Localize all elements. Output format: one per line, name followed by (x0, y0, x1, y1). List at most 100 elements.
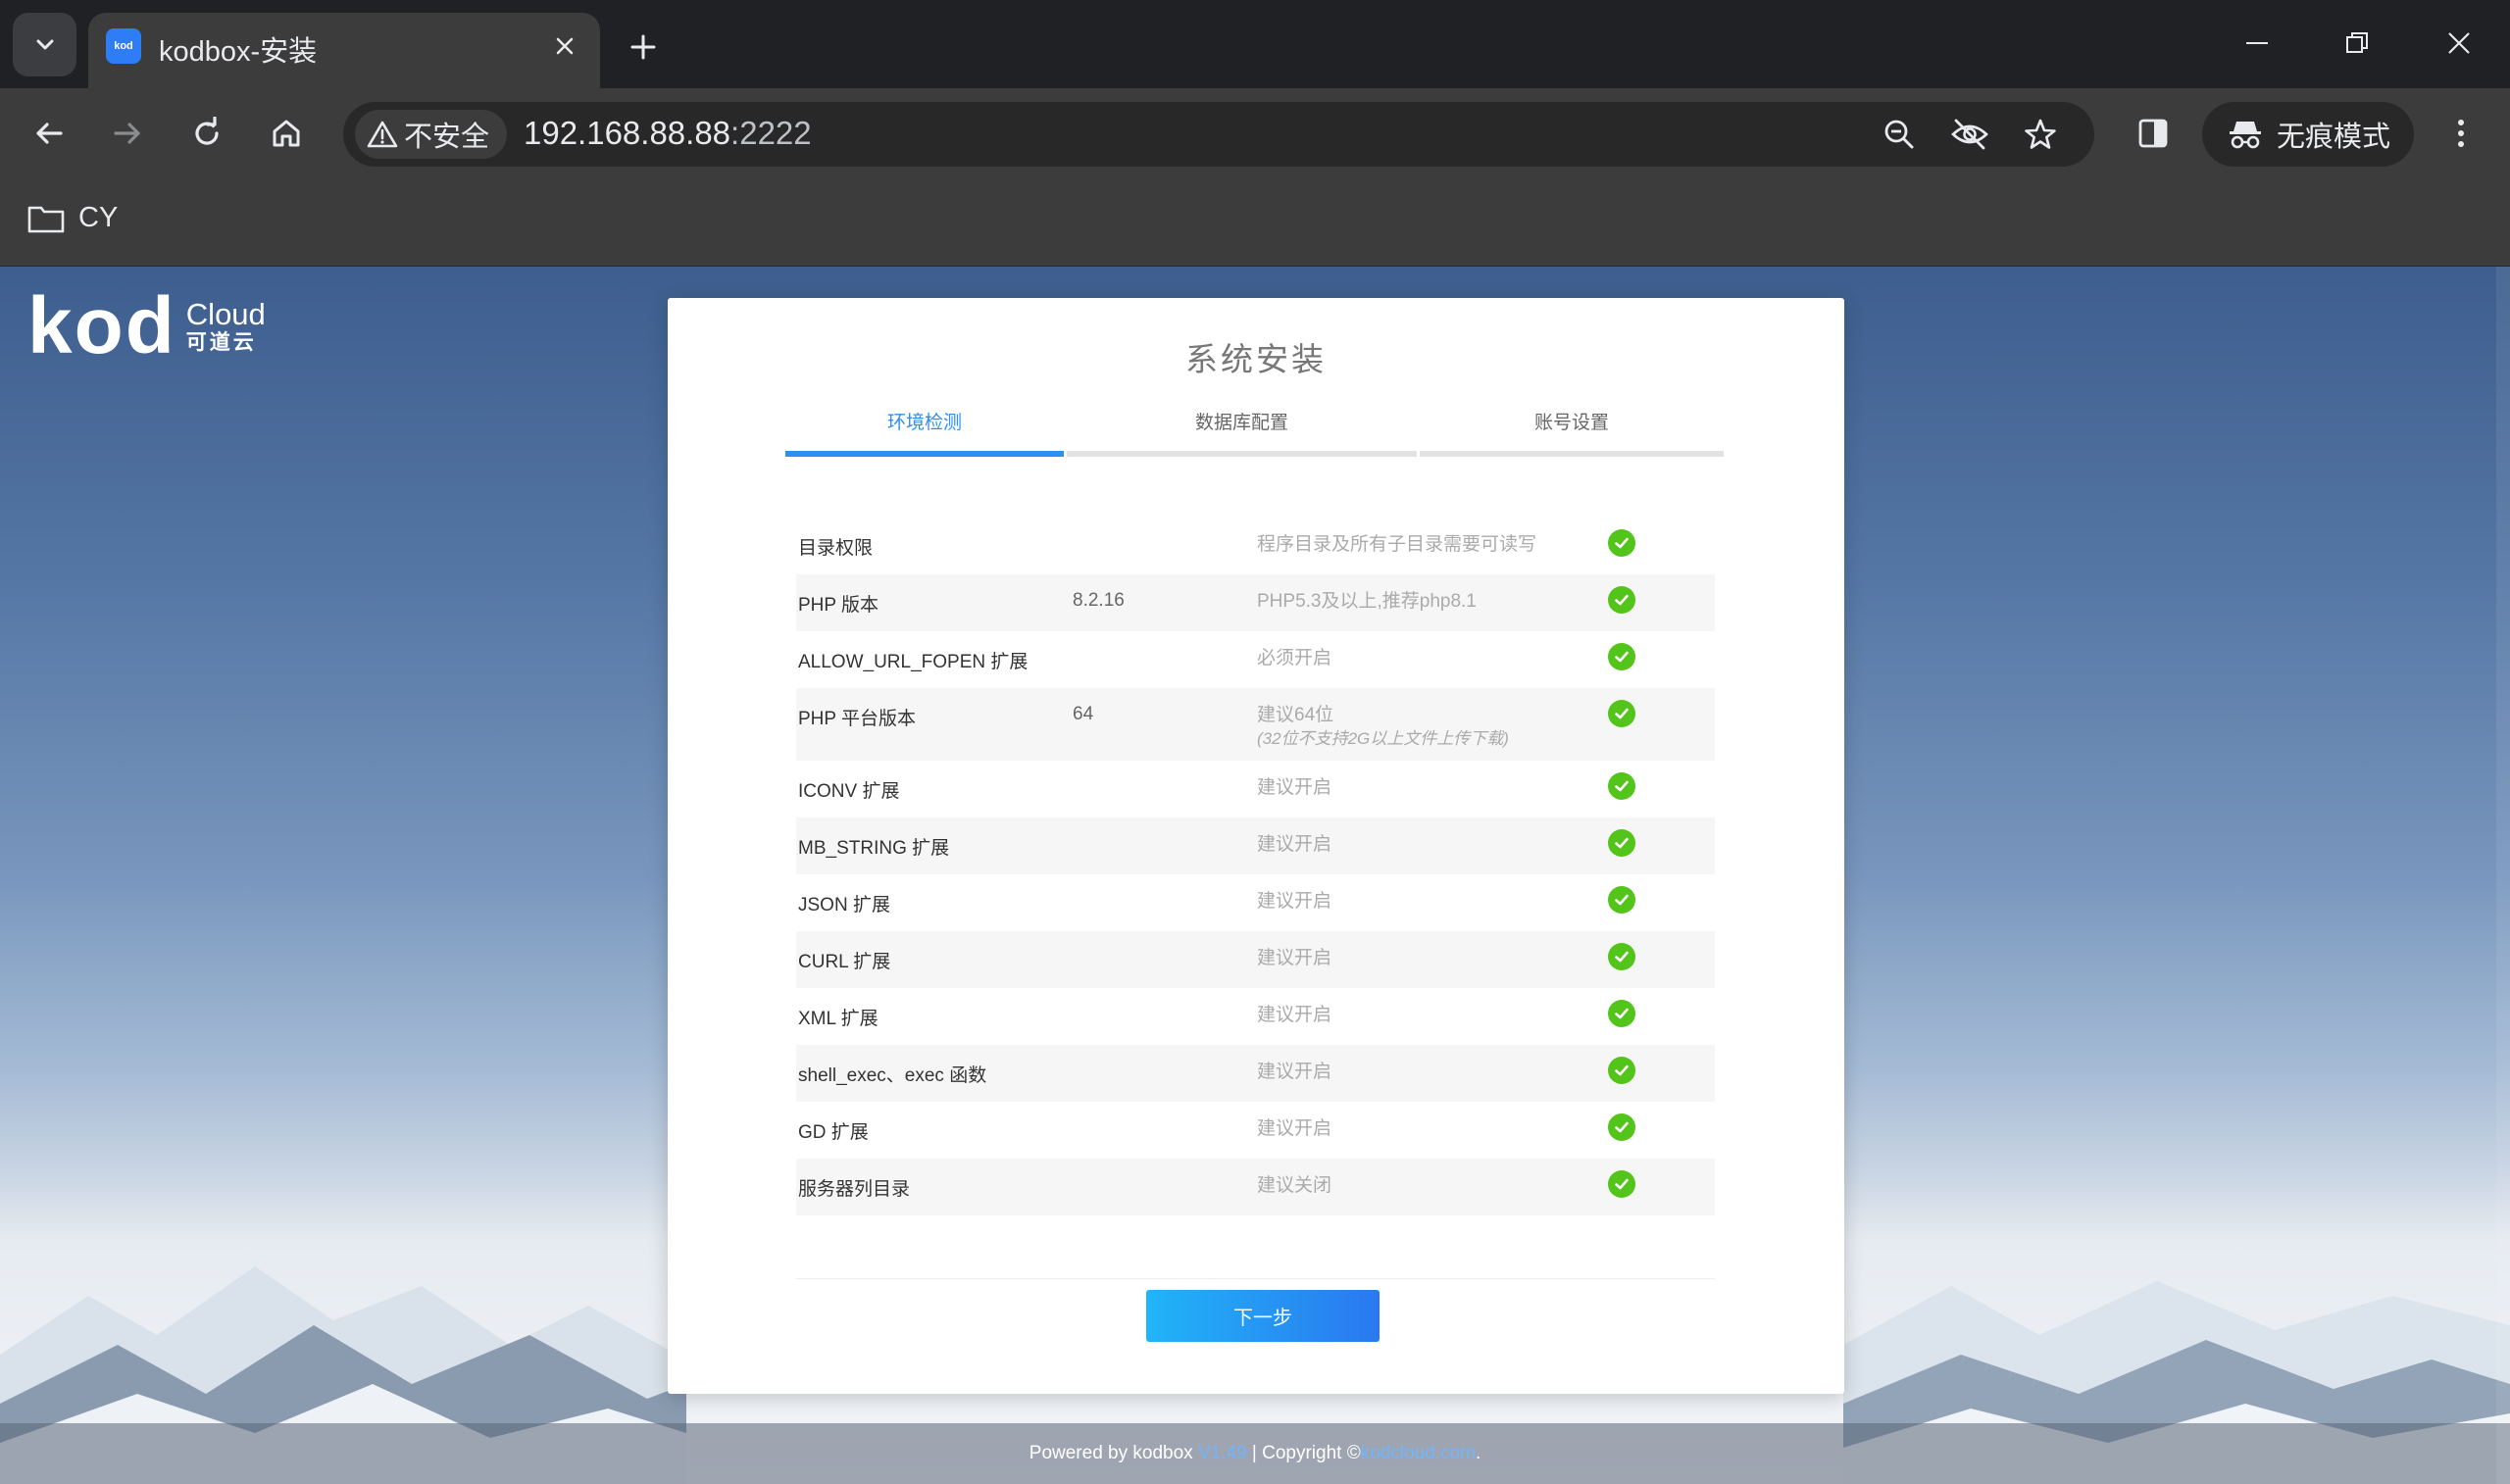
minimize-icon (2246, 42, 2268, 44)
address-bar[interactable]: 不安全 192.168.88.88:2222 (343, 102, 2094, 167)
bookmark-folder-label: CY (78, 202, 119, 233)
table-row: 服务器列目录 建议关闭 (796, 1159, 1715, 1215)
check-ok-icon (1608, 529, 1635, 557)
check-ok-icon (1608, 1057, 1635, 1084)
new-tab-button[interactable] (618, 22, 669, 73)
page-footer: Powered by kodbox V1.49 | Copyright ©kod… (0, 1423, 2510, 1484)
security-label: 不安全 (404, 122, 490, 153)
step-label: 账号设置 (1533, 413, 1609, 433)
incognito-indicator[interactable]: 无痕模式 (2202, 102, 2414, 167)
check-ok-icon (1608, 700, 1635, 727)
check-name: 服务器列目录 (798, 1179, 911, 1200)
check-name: ALLOW_URL_FOPEN 扩展 (798, 652, 1029, 672)
check-ok-icon (1608, 829, 1635, 857)
check-desc: 必须开启 (1257, 648, 1332, 668)
table-row: JSON 扩展 建议开启 (796, 874, 1715, 931)
star-icon (2025, 119, 2056, 149)
url-port: :2222 (730, 115, 812, 151)
restore-icon (2346, 32, 2368, 53)
check-desc: PHP5.3及以上,推荐php8.1 (1257, 591, 1477, 612)
home-icon (273, 120, 300, 147)
bookmark-star-button[interactable] (2018, 112, 2063, 157)
step-env-check[interactable]: 环境检测 (785, 396, 1064, 457)
close-window-button[interactable] (2430, 18, 2488, 69)
home-button[interactable] (261, 108, 312, 159)
back-button[interactable] (24, 108, 75, 159)
install-panel: 系统安装 环境检测 数据库配置 账号设置 目录权限 程序目录及所有子目录需要可读… (668, 298, 1844, 1394)
check-name: JSON 扩展 (798, 895, 890, 915)
step-account-setup[interactable]: 账号设置 (1420, 396, 1724, 457)
step-label: 环境检测 (886, 413, 962, 433)
incognito-label: 无痕模式 (2277, 122, 2391, 153)
url-host: 192.168.88.88 (524, 115, 731, 151)
tracking-protection-button[interactable] (1947, 112, 1992, 157)
check-value: 64 (1073, 704, 1094, 724)
browser-tab-active[interactable]: kod kodbox-安装 (88, 13, 600, 88)
side-panel-button[interactable] (2128, 108, 2179, 159)
site-security-chip[interactable]: 不安全 (355, 110, 508, 159)
page-scrollbar[interactable] (2496, 267, 2510, 1484)
step-progress-bar (1067, 451, 1417, 457)
check-desc: 建议开启 (1257, 834, 1332, 855)
next-step-button[interactable]: 下一步 (1146, 1290, 1380, 1342)
check-name: GD 扩展 (798, 1122, 869, 1143)
check-note: (32位不支持2G以上文件上传下载) (1257, 729, 1509, 748)
step-database-config[interactable]: 数据库配置 (1067, 396, 1417, 457)
check-ok-icon (1608, 643, 1635, 670)
check-name: CURL 扩展 (798, 952, 891, 972)
chevron-down-icon (36, 39, 53, 49)
table-row: 目录权限 程序目录及所有子目录需要可读写 (796, 518, 1715, 574)
arrow-left-icon (36, 123, 63, 144)
folder-icon (27, 206, 65, 232)
check-desc: 建议开启 (1257, 948, 1332, 968)
step-label: 数据库配置 (1194, 413, 1288, 433)
browser-menu-button[interactable] (2435, 108, 2486, 159)
bookmark-folder-cy[interactable]: CY (27, 202, 118, 234)
check-ok-icon (1608, 1170, 1635, 1198)
check-ok-icon (1608, 586, 1635, 614)
check-desc: 建议开启 (1257, 1118, 1332, 1139)
table-row: shell_exec、exec 函数 建议开启 (796, 1045, 1715, 1102)
browser-toolbar: 不安全 192.168.88.88:2222 无痕模式 (0, 88, 2510, 176)
check-ok-icon (1608, 772, 1635, 800)
check-desc: 建议开启 (1257, 1005, 1332, 1025)
check-name: XML 扩展 (798, 1009, 878, 1029)
check-name: 目录权限 (798, 538, 874, 559)
eye-off-icon (1951, 119, 1988, 150)
close-icon (556, 37, 574, 55)
install-steps: 环境检测 数据库配置 账号设置 (785, 396, 1724, 457)
check-ok-icon (1608, 943, 1635, 970)
check-name: ICONV 扩展 (798, 781, 900, 802)
zoom-button[interactable] (1877, 112, 1922, 157)
minimize-button[interactable] (2228, 18, 2286, 69)
powered-by-text: Powered by kodbox (1029, 1443, 1193, 1463)
divider (796, 1278, 1715, 1279)
url-text[interactable]: 192.168.88.88:2222 (524, 115, 812, 152)
tab-close-button[interactable] (545, 26, 584, 66)
bookmarks-bar: CY (0, 176, 2510, 267)
table-row: PHP 版本 8.2.16 PHP5.3及以上,推荐php8.1 (796, 574, 1715, 631)
check-name: PHP 平台版本 (798, 709, 917, 729)
zoom-icon (1884, 120, 1914, 149)
tab-title: kodbox-安装 (159, 36, 318, 68)
browser-titlebar: kod kodbox-安装 (0, 0, 2510, 88)
tab-search-button[interactable] (13, 13, 76, 76)
more-vertical-icon (2458, 120, 2464, 147)
footer-tail: . (1475, 1443, 1481, 1463)
reload-button[interactable] (181, 108, 232, 159)
site-link[interactable]: kodcloud.com (1361, 1443, 1476, 1463)
table-row: ALLOW_URL_FOPEN 扩展 必须开启 (796, 631, 1715, 688)
logo-mark: kod (27, 281, 176, 371)
side-panel-icon (2138, 119, 2168, 148)
forward-button[interactable] (102, 108, 153, 159)
restore-button[interactable] (2328, 18, 2386, 69)
kodcloud-logo: kod Cloud 可道云 (27, 286, 266, 367)
logo-cloud-text: Cloud (185, 297, 266, 331)
table-row: GD 扩展 建议开启 (796, 1102, 1715, 1159)
version-link[interactable]: V1.49 (1198, 1443, 1247, 1463)
warning-triangle-icon (367, 121, 398, 148)
page-title: 系统安装 (1185, 341, 1327, 377)
reload-icon (195, 117, 219, 145)
copyright-text: Copyright © (1262, 1443, 1361, 1463)
page-viewport: kod Cloud 可道云 系统安装 环境检测 数据库配置 账号设置 目录权限 (0, 267, 2510, 1484)
